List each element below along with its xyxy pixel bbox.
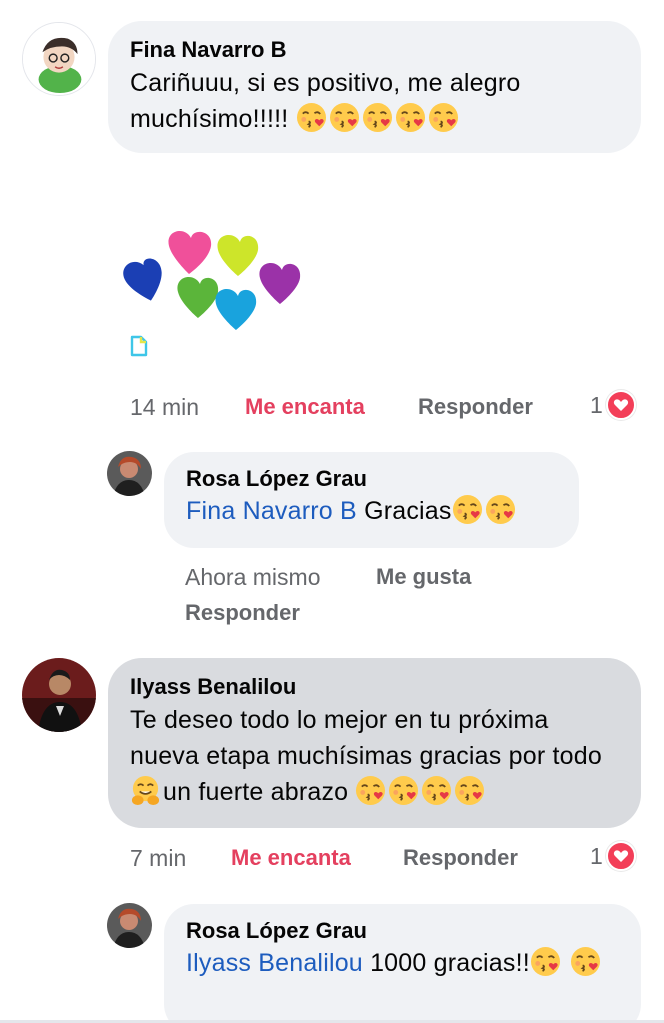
avatar-photo-icon <box>107 903 152 948</box>
avatar[interactable] <box>22 658 96 732</box>
multicolor-hearts-sticker[interactable] <box>116 230 312 346</box>
reply-button[interactable]: Responder <box>185 599 300 627</box>
mention-link[interactable]: Ilyass Benalilou <box>186 949 363 977</box>
kissing-heart-emoji-icon <box>530 946 561 977</box>
reaction-count-number: 1 <box>590 842 603 869</box>
love-heart-icon <box>605 390 636 420</box>
avatar-photo-icon <box>107 451 152 496</box>
kissing-heart-emoji-icon <box>395 102 426 133</box>
mention-link[interactable]: Fina Navarro B <box>186 497 357 525</box>
avatar[interactable] <box>107 451 152 496</box>
like-button[interactable]: Me gusta <box>376 563 471 591</box>
love-reaction-button[interactable]: Me encanta <box>245 393 365 421</box>
reply-bubble[interactable]: Rosa López Grau Fina Navarro B Gracias <box>164 452 579 548</box>
comment-body: 1000 gracias!! <box>370 949 530 977</box>
comment-bubble-selected[interactable]: Ilyass Benalilou Te deseo todo lo mejor … <box>108 658 641 828</box>
avatar[interactable] <box>107 903 152 948</box>
kissing-heart-emoji-icon <box>485 494 516 525</box>
comment-thread: Fina Navarro B Cariñuuu, si es positivo,… <box>0 0 664 1023</box>
comment-body: Gracias <box>364 497 452 525</box>
comment-author[interactable]: Ilyass Benalilou <box>130 672 619 702</box>
comment-author[interactable]: Rosa López Grau <box>186 916 619 946</box>
comment-text: Fina Navarro B Gracias <box>186 494 557 528</box>
reaction-count[interactable]: 1 <box>590 841 636 871</box>
reply-button[interactable]: Responder <box>403 844 518 872</box>
comment-text: Cariñuuu, si es positivo, me alegro much… <box>130 65 619 137</box>
comment-author[interactable]: Fina Navarro B <box>130 35 619 65</box>
avatar[interactable] <box>22 22 96 96</box>
reply-bubble[interactable]: Rosa López Grau Ilyass Benalilou 1000 gr… <box>164 904 641 1023</box>
comment-timestamp[interactable]: 7 min <box>130 844 186 872</box>
kissing-heart-emoji-icon <box>355 775 386 806</box>
kissing-heart-emoji-icon <box>454 775 485 806</box>
comment-author[interactable]: Rosa López Grau <box>186 464 557 494</box>
comment-text: Ilyass Benalilou 1000 gracias!! <box>186 946 619 980</box>
comment-body: Te deseo todo lo mejor en tu próxima nue… <box>130 706 602 770</box>
comment-timestamp[interactable]: 14 min <box>130 393 199 421</box>
kissing-heart-emoji-icon <box>329 102 360 133</box>
kissing-heart-emoji-icon <box>421 775 452 806</box>
sticker-icon <box>130 335 148 357</box>
kissing-heart-emoji-icon <box>570 946 601 977</box>
avatar-photo-icon <box>22 658 96 732</box>
reply-button[interactable]: Responder <box>418 393 533 421</box>
love-reaction-button[interactable]: Me encanta <box>231 844 351 872</box>
comment-text: Te deseo todo lo mejor en tu próxima nue… <box>130 702 619 810</box>
kissing-heart-emoji-icon <box>296 102 327 133</box>
comment-bubble[interactable]: Fina Navarro B Cariñuuu, si es positivo,… <box>108 21 641 153</box>
kissing-heart-emoji-icon <box>452 494 483 525</box>
avatar-illustration-icon <box>23 23 95 95</box>
comment-timestamp[interactable]: Ahora mismo <box>185 563 320 591</box>
reaction-count[interactable]: 1 <box>590 390 636 420</box>
comment-body-continued: un fuerte abrazo <box>163 778 349 806</box>
kissing-heart-emoji-icon <box>388 775 419 806</box>
love-heart-icon <box>605 841 636 871</box>
hugging-emoji-icon <box>130 775 161 806</box>
kissing-heart-emoji-icon <box>428 102 459 133</box>
reaction-count-number: 1 <box>590 391 603 418</box>
kissing-heart-emoji-icon <box>362 102 393 133</box>
